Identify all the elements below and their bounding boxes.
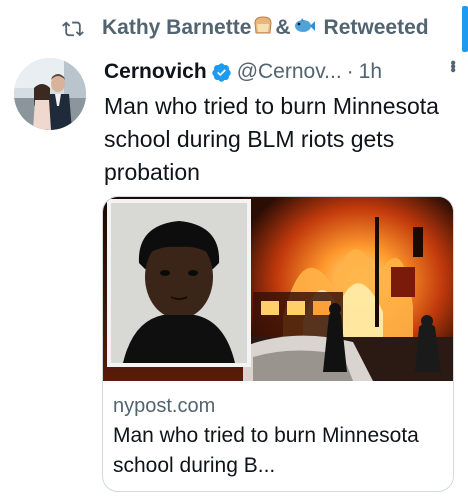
verified-badge-icon — [212, 62, 231, 82]
more-options-icon[interactable]: ••• — [444, 60, 461, 71]
retweeted-label: Retweeted — [323, 16, 429, 39]
tweet-header: Cernovich @Cernov... · 1h — [104, 56, 382, 88]
author-display-name[interactable]: Cernovich — [104, 60, 207, 84]
author-avatar[interactable] — [14, 58, 86, 130]
link-domain: nypost.com — [113, 395, 216, 417]
avatar-photo — [14, 58, 86, 130]
retweeter-name[interactable]: Kathy Barnette — [102, 16, 251, 40]
link-preview-image — [103, 197, 453, 381]
scroll-indicator — [462, 6, 468, 52]
author-handle[interactable]: @Cernov... — [237, 60, 342, 84]
fish-emoji-icon — [292, 15, 316, 41]
bread-emoji-icon — [252, 15, 274, 41]
tweet-text: Man who tried to burn Minnesota school d… — [104, 93, 439, 185]
emoji-separator: & — [275, 16, 291, 39]
header-separator: · — [346, 60, 354, 83]
link-title[interactable]: Man who tried to burn Minnesota school d… — [113, 421, 447, 481]
link-preview-body: nypost.com Man who tried to burn Minneso… — [113, 393, 447, 481]
link-preview-card[interactable]: nypost.com Man who tried to burn Minneso… — [102, 196, 454, 492]
retweet-context[interactable]: Kathy Barnette & Retweeted — [62, 14, 429, 42]
tweet-timestamp[interactable]: 1h — [359, 60, 382, 84]
retweet-icon — [62, 21, 84, 37]
